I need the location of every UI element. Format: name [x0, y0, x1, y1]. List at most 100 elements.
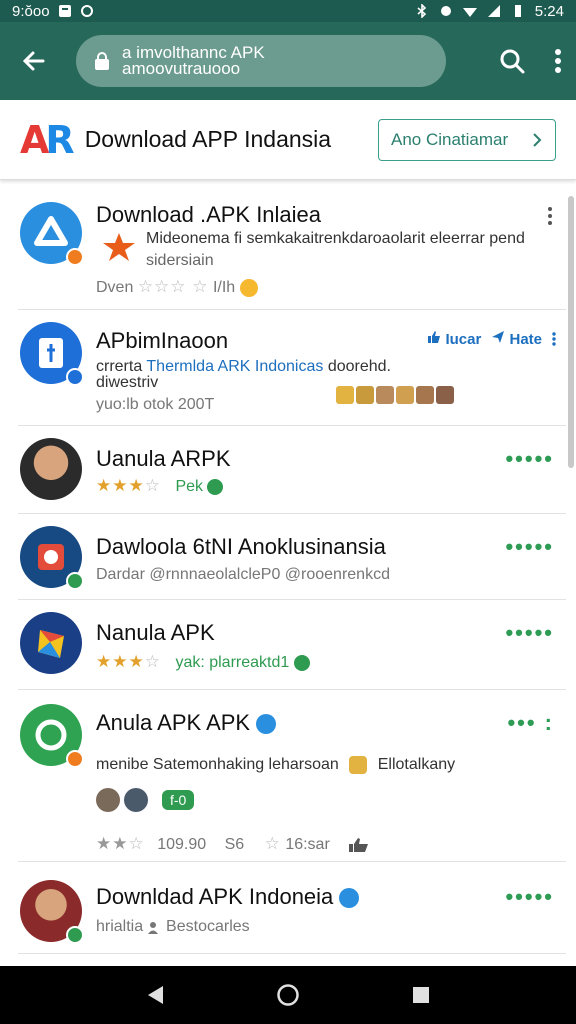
- app-icon: [20, 202, 84, 266]
- star-icon: ☆: [264, 834, 281, 853]
- item-title: Downldad APK Indoneia: [96, 884, 360, 910]
- rating-stars: ☆☆☆ ☆: [137, 277, 209, 296]
- thumb-up-icon: [428, 331, 441, 343]
- avatar: [376, 386, 394, 404]
- site-logo[interactable]: AR: [20, 118, 75, 162]
- more-vert-icon[interactable]: [552, 332, 556, 346]
- more-dots-icon[interactable]: •••••: [505, 884, 554, 910]
- avatar: [124, 788, 148, 812]
- rating-stars: ★★★☆: [96, 476, 161, 495]
- item-meta-value: I/Ih: [212, 279, 236, 296]
- list-item[interactable]: Download .APK Inlaiea Mideonema fi semka…: [18, 182, 566, 310]
- emoji-icon: [239, 278, 258, 297]
- site-title: Download APP Indansia: [84, 126, 332, 152]
- item-description: Mideonema fi semkakaitrenkdaroaolarit el…: [146, 230, 525, 247]
- list-item[interactable]: APbimInaoon crrerta Thermlda ARK Indonic…: [18, 310, 566, 426]
- language-button[interactable]: Ano Cinatiamar: [378, 118, 556, 161]
- item-title-text: Downldad APK Indoneia: [96, 884, 334, 909]
- wifi-icon: [462, 8, 477, 17]
- share-button[interactable]: Hate: [491, 330, 542, 348]
- like-button-label: Iucar: [445, 331, 482, 348]
- avatar: [20, 880, 84, 944]
- nav-home-icon[interactable]: [276, 983, 300, 1007]
- item-title: APbimInaoon: [96, 328, 229, 353]
- more-dots-icon[interactable]: •••••: [505, 446, 554, 472]
- more-dots-icon[interactable]: •••••: [505, 534, 554, 560]
- badge-icon: [66, 572, 84, 590]
- item-title: Dawloola 6tNI Anoklusinansia: [96, 534, 386, 559]
- app-icon: [20, 704, 84, 768]
- item-description-2: diwestriv: [96, 374, 159, 391]
- list-item[interactable]: Uanula ARPK ★★★☆ Pek •••••: [18, 426, 566, 514]
- search-icon[interactable]: [498, 47, 526, 75]
- more-dots-icon[interactable]: •••••: [505, 620, 554, 646]
- rating-stars: ★★☆: [96, 834, 145, 853]
- item-meta-label: Dven: [96, 279, 134, 296]
- avatar-group: [336, 386, 454, 404]
- status-clock: 5:24: [534, 2, 564, 20]
- status-time: 9:ŏoo: [12, 2, 50, 20]
- item-meta: ★★★☆ Pek: [96, 476, 224, 496]
- list-item[interactable]: Downldad APK Indoneia hrialtia Bestocarl…: [18, 862, 566, 954]
- list-item[interactable]: Nanula APK ★★★☆ yak: plarreaktd1 •••••: [18, 600, 566, 690]
- item-meta: yuo:lb otok 200T: [96, 396, 215, 413]
- browser-app-bar: a imvolthannc APK amoovutrauooo: [0, 22, 576, 100]
- item-description-extra: Ellotalkany: [377, 756, 456, 774]
- back-button[interactable]: [14, 41, 54, 81]
- more-dots-icon[interactable]: ••• :: [507, 710, 554, 736]
- more-vert-icon[interactable]: [548, 206, 552, 226]
- app-icon: [20, 612, 82, 674]
- item-subtitle-text: hrialtia: [96, 918, 144, 935]
- url-subtext: amoovutrauooo: [122, 59, 241, 78]
- star-badge-icon: [103, 233, 135, 261]
- url-bar[interactable]: a imvolthannc APK amoovutrauooo: [76, 35, 446, 87]
- alarm-icon: [440, 6, 451, 16]
- status-bar: 9:ŏoo 5:24: [0, 0, 576, 22]
- like-button[interactable]: Iucar: [427, 330, 481, 348]
- bluetooth-icon: [417, 4, 426, 18]
- avatar: [356, 386, 374, 404]
- nav-back-icon[interactable]: [145, 984, 165, 1006]
- item-subtitle-extra: Bestocarles: [166, 918, 250, 935]
- signal-icon: [487, 5, 500, 17]
- item-subtitle: hrialtia Bestocarles: [96, 918, 250, 936]
- send-icon: [492, 331, 505, 343]
- avatar: [396, 386, 414, 404]
- item-title: Anula APK APK: [96, 710, 277, 736]
- lock-icon: [95, 52, 109, 70]
- status-badge: f-0: [162, 790, 195, 810]
- rating-count: S6: [224, 836, 245, 853]
- system-nav-bar: [0, 966, 576, 1024]
- item-meta: ★★☆ 109.90 S6 ☆ 16:sar: [96, 834, 370, 854]
- badge-icon: [66, 926, 84, 944]
- thumb-icon[interactable]: [348, 837, 370, 853]
- list-item[interactable]: Dawloola 6tNI Anoklusinansia Dardar @rnn…: [18, 514, 566, 600]
- avatar-group: f-0: [96, 788, 195, 812]
- share-button-label: Hate: [509, 331, 542, 348]
- item-meta: Dven ☆☆☆ ☆ I/Ih: [96, 277, 258, 297]
- rating-value: 109.90: [157, 836, 207, 853]
- item-description-text: menibe Satemonhaking leharsoan: [96, 756, 339, 774]
- list-item[interactable]: Anula APK APK menibe Satemonhaking lehar…: [18, 690, 566, 862]
- nav-recents-icon[interactable]: [411, 985, 431, 1005]
- badge-icon: [66, 368, 84, 386]
- chevron-right-icon: [533, 132, 542, 147]
- app-list: Download .APK Inlaiea Mideonema fi semka…: [0, 182, 566, 954]
- language-button-label: Ano Cinatiamar: [391, 129, 509, 149]
- item-title: Download .APK Inlaiea: [96, 202, 322, 227]
- avatar: [20, 438, 82, 500]
- item-tag: yak: plarreaktd1: [175, 654, 290, 671]
- more-vert-icon[interactable]: [554, 48, 562, 74]
- avatar: [336, 386, 354, 404]
- arrow-back-icon: [22, 51, 45, 71]
- avatar: [416, 386, 434, 404]
- badge-icon: [66, 248, 84, 266]
- item-title-text: Anula APK APK: [96, 710, 251, 735]
- item-description-link[interactable]: Thermlda ARK Indonicas: [146, 358, 323, 375]
- add-icon[interactable]: [207, 478, 224, 495]
- badge-icon: [66, 750, 84, 768]
- scrollbar[interactable]: [568, 196, 574, 468]
- item-tag: Pek: [175, 478, 204, 495]
- rating-date: 16:sar: [285, 836, 330, 853]
- item-title: Uanula ARPK: [96, 446, 231, 471]
